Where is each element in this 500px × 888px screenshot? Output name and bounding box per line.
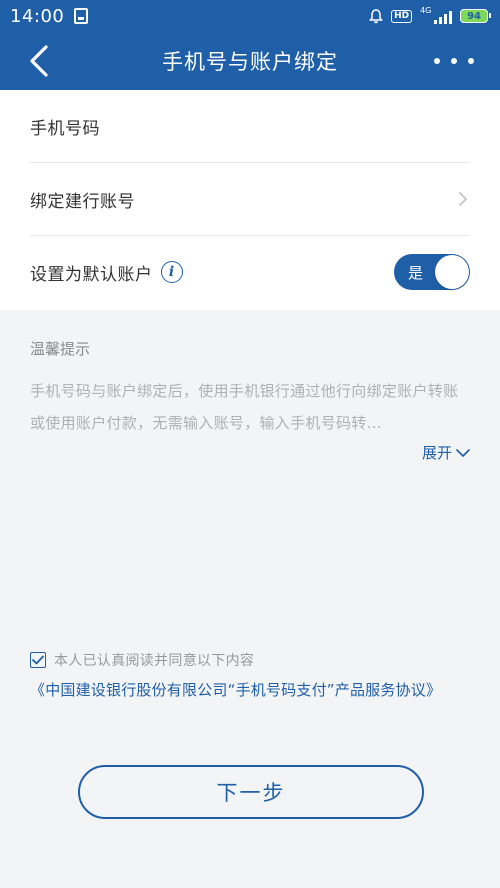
tips-section: 温馨提示 手机号码与账户绑定后，使用手机银行通过他行向绑定账户转账或使用账户付款… [30,338,470,462]
phone-number-label: 手机号码 [30,118,100,139]
agreement-row: 本人已认真阅读并同意以下内容 [30,648,470,672]
agreement-text: 本人已认真阅读并同意以下内容 [54,653,255,669]
info-icon[interactable]: i [160,261,183,283]
app-header: 手机号与账户绑定 [0,32,500,90]
more-button[interactable] [434,46,474,76]
phone-number-row[interactable]: 手机号码 [30,90,470,162]
more-dot [434,58,440,64]
next-step-button[interactable]: 下一步 [78,765,424,819]
bell-icon [369,8,384,24]
bind-account-label: 绑定建行账号 [30,191,135,212]
status-right: HD 4G 94 [369,6,491,24]
default-account-toggle[interactable]: 是 [394,254,470,290]
status-bar: 14:00 HD 4G 94 [0,0,500,32]
battery-icon: 94 [460,9,491,23]
binding-form: 手机号码 绑定建行账号 设置为默认账户 i 是 [0,90,500,310]
expand-label: 展开 [421,444,452,462]
toggle-label: 是 [408,263,424,282]
check-icon [32,655,44,665]
chevron-right-icon [459,192,467,206]
agreement-link[interactable]: 《中国建设银行股份有限公司“手机号码支付”产品服务协议》 [30,678,470,702]
network-type-label: 4G [420,6,432,15]
more-dot [451,58,457,64]
agreement-checkbox[interactable] [30,652,46,668]
signal-icon: 4G [420,6,453,24]
default-account-label: 设置为默认账户 [30,264,153,285]
back-button[interactable] [20,42,58,80]
back-chevron-icon [30,45,48,77]
more-dot [468,58,474,64]
toggle-knob [435,255,469,289]
default-account-row: 设置为默认账户 i 是 [30,236,470,308]
sim-card-icon [74,8,89,24]
bind-account-row[interactable]: 绑定建行账号 [30,163,470,235]
expand-link[interactable]: 展开 [422,442,470,463]
hd-badge: HD [391,9,413,23]
tips-body: 手机号码与账户绑定后，使用手机银行通过他行向绑定账户转账或使用账户付款，无需输入… [30,382,459,432]
chevron-down-icon [456,448,470,457]
status-left: 14:00 [10,5,89,27]
signal-bars [434,11,453,24]
page-title: 手机号与账户绑定 [162,50,338,74]
tips-title: 温馨提示 [30,340,91,358]
status-time: 14:00 [10,5,65,27]
